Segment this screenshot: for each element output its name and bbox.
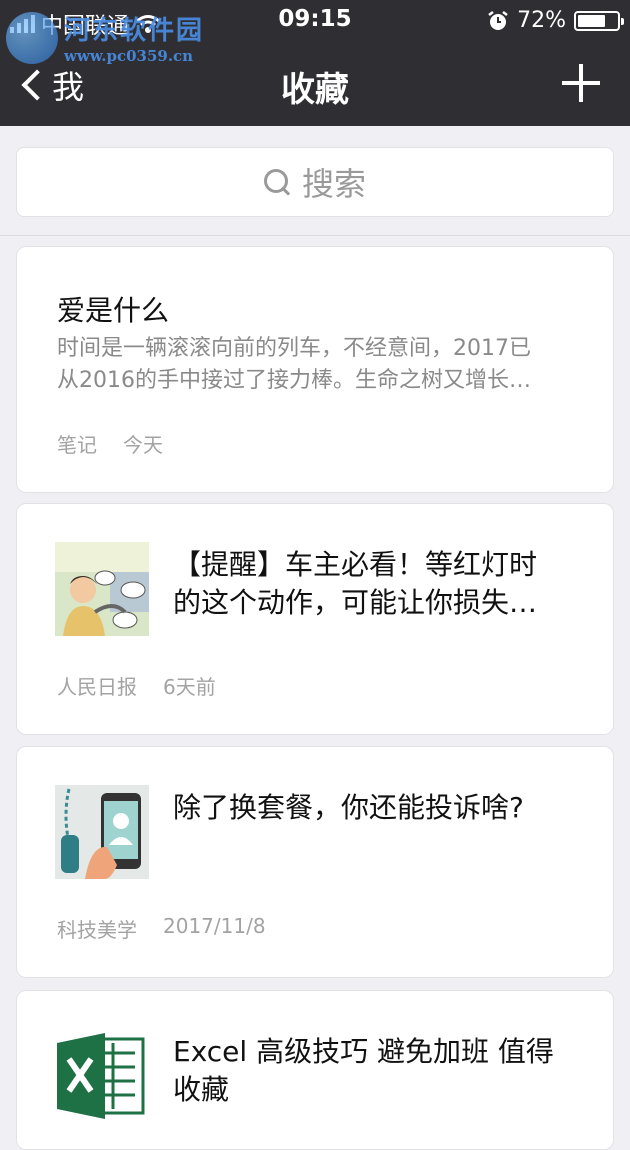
item-date: 6天前 <box>163 675 216 699</box>
alarm-icon <box>488 10 508 30</box>
item-meta: 人民日报 6天前 <box>57 671 216 700</box>
item-source: 科技美学 <box>57 918 137 942</box>
item-source: 笔记 <box>57 433 97 457</box>
excel-logo-thumbnail <box>55 1029 149 1123</box>
divider <box>0 235 630 236</box>
chevron-left-icon <box>21 69 53 101</box>
nav-bar: 我 收藏 <box>0 40 630 126</box>
favorite-item-note[interactable]: 爱是什么 时间是一辆滚滚向前的列车，不经意间，2017已 从2016的手中接过了… <box>16 246 614 493</box>
driver-cartoon-thumbnail <box>55 542 149 636</box>
item-excerpt: 时间是一辆滚滚向前的列车，不经意间，2017已 从2016的手中接过了接力棒。生… <box>57 336 531 393</box>
search-placeholder: 搜索 <box>301 165 366 203</box>
favorite-item-article[interactable]: Excel 高级技巧 避免加班 值得 收藏 <box>16 990 614 1150</box>
item-meta: 笔记 今天 <box>57 429 163 458</box>
back-label: 我 <box>52 68 85 106</box>
favorite-item-article[interactable]: 除了换套餐，你还能投诉啥? 科技美学 2017/11/8 <box>16 746 614 978</box>
search-icon <box>263 169 290 195</box>
item-date: 2017/11/8 <box>163 914 266 938</box>
item-title: Excel 高级技巧 避免加班 值得 收藏 <box>173 1035 554 1106</box>
page-title: 收藏 <box>281 70 349 110</box>
item-meta: 科技美学 2017/11/8 <box>57 914 266 943</box>
item-title: 爱是什么 <box>57 294 170 327</box>
battery-icon <box>574 10 624 31</box>
battery-percent: 72% <box>517 8 566 33</box>
battery-level <box>578 14 606 27</box>
item-source: 人民日报 <box>57 675 137 699</box>
plus-icon[interactable] <box>562 64 600 102</box>
item-title: 除了换套餐，你还能投诉啥? <box>173 791 524 824</box>
phone-call-thumbnail <box>55 785 149 879</box>
back-button[interactable]: 我 <box>18 62 84 108</box>
header: 中国联通 09:15 72% 河东软件园 www.pc0359.cn 我 收藏 <box>0 0 630 126</box>
item-title: 【提醒】车主必看！等红灯时 的这个动作，可能让你损失… <box>173 548 538 619</box>
search-input[interactable]: 搜索 <box>16 147 614 217</box>
favorite-item-article[interactable]: 【提醒】车主必看！等红灯时 的这个动作，可能让你损失… 人民日报 6天前 <box>16 503 614 735</box>
item-date: 今天 <box>123 433 163 457</box>
